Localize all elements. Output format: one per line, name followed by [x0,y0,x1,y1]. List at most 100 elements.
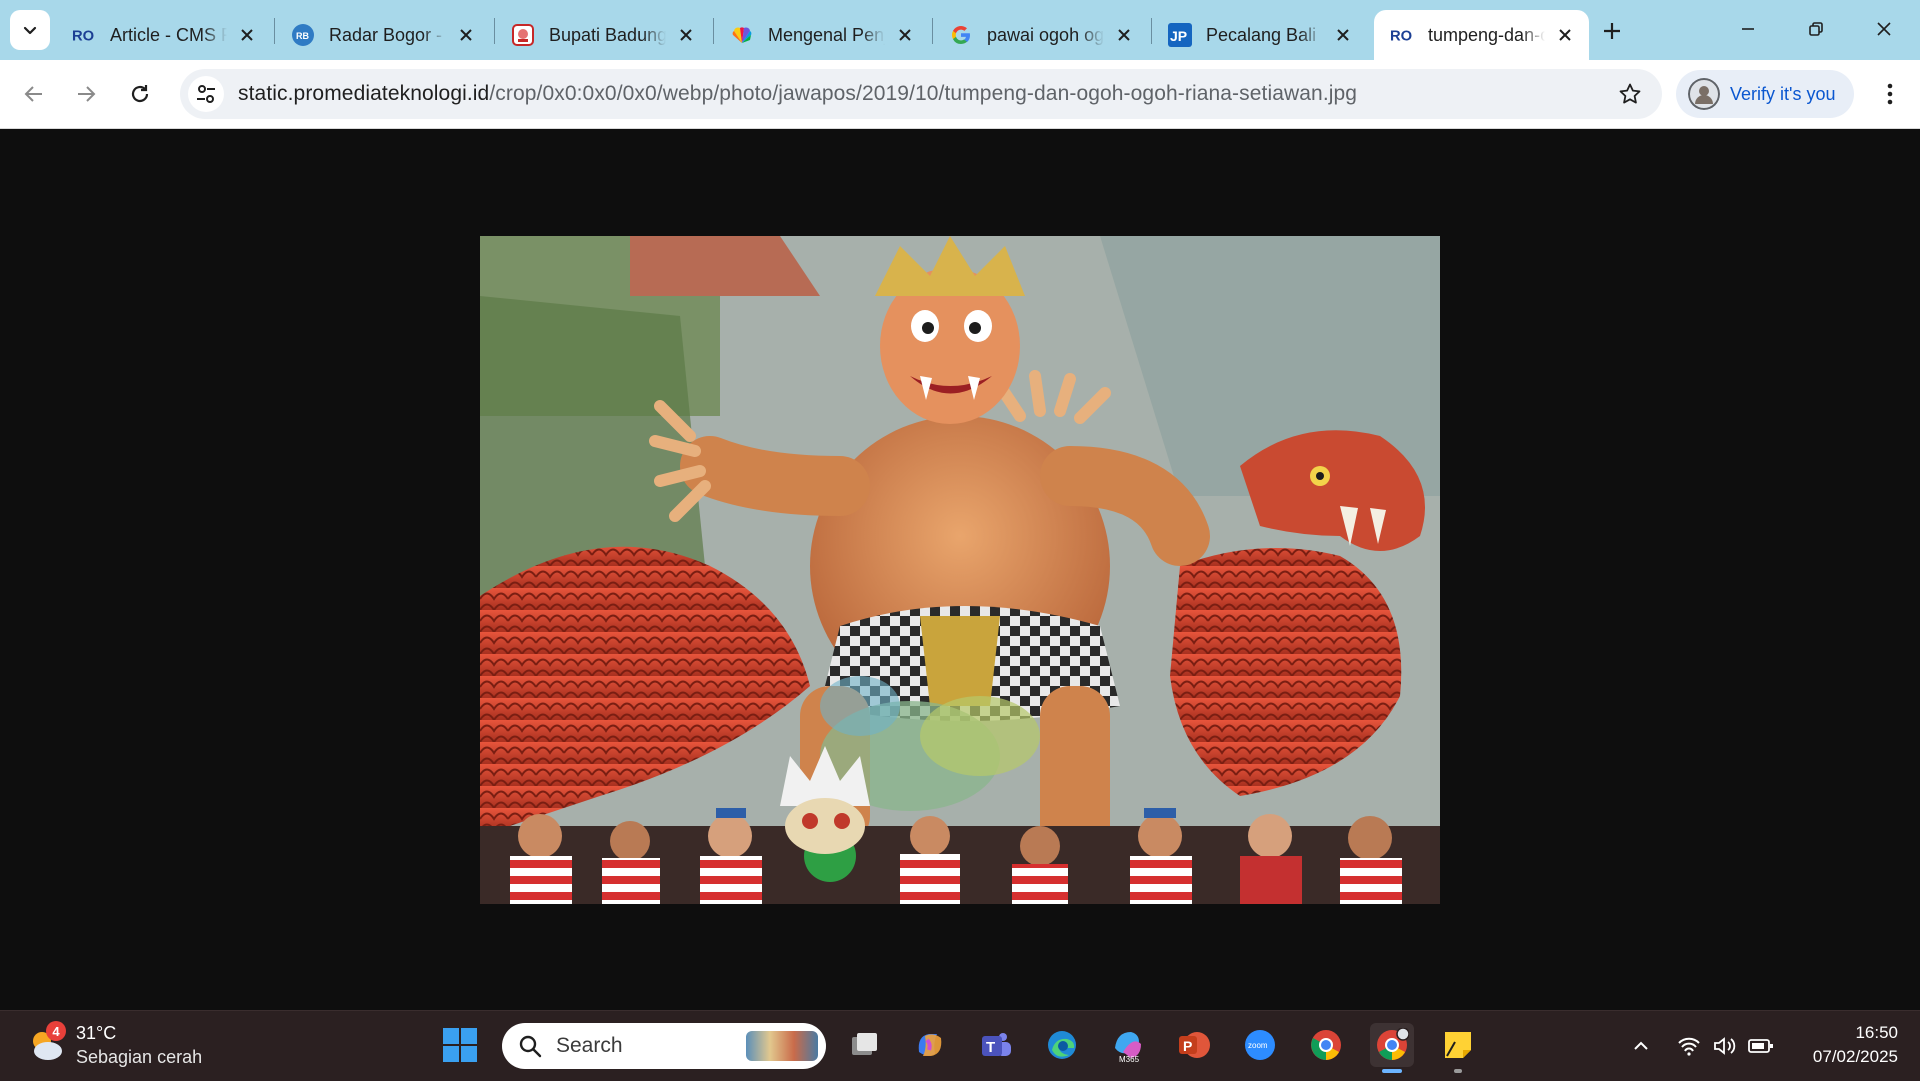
browser-toolbar: static.promediateknologi.id/crop/0x0:0x0… [0,60,1920,129]
close-icon[interactable] [1112,23,1136,47]
tab-bupati-badung[interactable]: Bupati Badung [495,10,710,60]
search-highlight-image [746,1031,818,1061]
ro-logo-icon: RO [1390,23,1414,47]
chrome-profile-icon[interactable] [1370,1023,1414,1067]
tab-title: tumpeng-dan-ogoh-ogoh [1428,24,1545,45]
close-window-button[interactable] [1854,6,1914,52]
start-button[interactable] [438,1023,482,1067]
task-view-icon[interactable] [842,1023,886,1067]
m365-icon[interactable]: M365 [1106,1023,1150,1067]
svg-text:JP: JP [1170,28,1187,44]
weather-temp: 31°C [76,1023,117,1043]
running-app-indicator [1454,1069,1462,1073]
windows-taskbar: 4 31°C Sebagian cerah Search T M365 P zo… [0,1010,1920,1081]
tab-tumpeng-ogoh-ogoh[interactable]: RO tumpeng-dan-ogoh-ogoh [1374,10,1589,60]
partly-cloudy-icon: 4 [26,1021,66,1065]
chevron-down-icon [23,26,37,35]
close-icon[interactable] [893,23,917,47]
close-icon[interactable] [1553,23,1577,47]
avatar [1688,78,1720,110]
system-clock[interactable]: 16:50 07/02/2025 [1813,1021,1898,1069]
taskbar-search[interactable]: Search [502,1023,826,1069]
tab-title: Article - CMS RO [110,24,227,45]
bookmark-star-button[interactable] [1616,80,1644,108]
mascot-logo-icon [511,23,535,47]
verify-profile-chip[interactable]: Verify it's you [1676,70,1854,118]
weather-desc: Sebagian cerah [76,1047,203,1067]
forward-button[interactable] [68,76,104,112]
tab-strip: RO Article - CMS RO RB Radar Bogor - Ber… [0,0,1920,60]
close-icon[interactable] [235,23,259,47]
edge-icon[interactable] [1040,1023,1084,1067]
verify-label: Verify it's you [1730,83,1836,104]
site-info-button[interactable] [188,76,224,112]
search-label: Search [556,1034,623,1057]
back-button[interactable] [16,76,52,112]
svg-text:zoom: zoom [1248,1041,1268,1050]
photo-illustration [480,236,1440,904]
arrow-right-icon [78,86,96,102]
clock-time: 16:50 [1855,1023,1898,1042]
tab-title: Radar Bogor - Berita [329,24,446,45]
tab-article-cms[interactable]: RO Article - CMS RO [56,10,271,60]
chevron-up-icon [1634,1041,1648,1050]
svg-text:RB: RB [296,31,309,41]
tab-pecalang-bali[interactable]: JP Pecalang Bali [1152,10,1367,60]
active-app-indicator [1382,1069,1402,1073]
minimize-button[interactable] [1718,6,1778,52]
volume-icon[interactable] [1708,1029,1742,1063]
ro-logo-icon: RO [72,23,96,47]
restore-button[interactable] [1786,6,1846,52]
tab-title: Pecalang Bali [1206,24,1317,45]
svg-text:RO: RO [1390,29,1412,44]
browser-menu-button[interactable] [1872,76,1908,112]
clock-date: 07/02/2025 [1812,1047,1898,1066]
profile-avatar-icon [1688,78,1720,110]
tab-title: pawai ogoh ogoh [987,24,1104,45]
show-hidden-icons-button[interactable] [1624,1029,1658,1063]
tab-search-button[interactable] [10,10,50,50]
url-text[interactable]: static.promediateknologi.id/crop/0x0:0x0… [238,82,1357,106]
arrow-left-icon [24,86,42,102]
powerpoint-icon[interactable]: P [1172,1023,1216,1067]
chrome-icon[interactable] [1304,1023,1348,1067]
sticky-notes-icon[interactable] [1436,1023,1480,1067]
url-path: /crop/0x0:0x0/0x0/webp/photo/jawapos/201… [489,82,1358,105]
close-icon[interactable] [674,23,698,47]
reload-icon [131,85,149,103]
more-vertical-icon [1887,83,1893,105]
address-bar[interactable]: static.promediateknologi.id/crop/0x0:0x0… [180,69,1662,119]
tab-radar-bogor[interactable]: RB Radar Bogor - Berita [275,10,490,60]
jp-logo-icon: JP [1168,23,1192,47]
ogoh-ogoh-photo[interactable] [480,236,1440,904]
close-icon [1877,22,1891,36]
tab-title: Mengenal Penjor [768,24,885,45]
plus-icon [1604,23,1620,39]
weather-widget[interactable]: 4 31°C Sebagian cerah [26,1021,202,1069]
star-icon [1619,83,1641,104]
search-icon [519,1035,542,1058]
windows-logo-icon [443,1028,477,1062]
rb-logo-icon: RB [291,23,315,47]
restore-icon [1809,22,1823,36]
tab-mengenal-penjor[interactable]: Mengenal Penjor [714,10,929,60]
svg-text:P: P [1183,1038,1192,1054]
nbc-peacock-icon [730,23,754,47]
new-tab-button[interactable] [1592,14,1632,48]
close-icon[interactable] [1331,23,1355,47]
svg-text:M365: M365 [1119,1055,1140,1064]
reload-button[interactable] [122,76,158,112]
svg-text:RO: RO [72,29,94,44]
url-host: static.promediateknologi.id [238,82,490,105]
svg-text:T: T [986,1039,995,1056]
page-viewport [0,129,1920,1010]
copilot-icon[interactable] [908,1023,952,1067]
battery-icon[interactable] [1744,1029,1778,1063]
zoom-icon[interactable]: zoom [1238,1023,1282,1067]
wifi-icon[interactable] [1672,1029,1706,1063]
teams-icon[interactable]: T [974,1023,1018,1067]
close-icon[interactable] [454,23,478,47]
minimize-icon [1742,28,1754,30]
tune-icon [197,85,215,103]
tab-pawai-ogoh-ogoh[interactable]: pawai ogoh ogoh [933,10,1148,60]
